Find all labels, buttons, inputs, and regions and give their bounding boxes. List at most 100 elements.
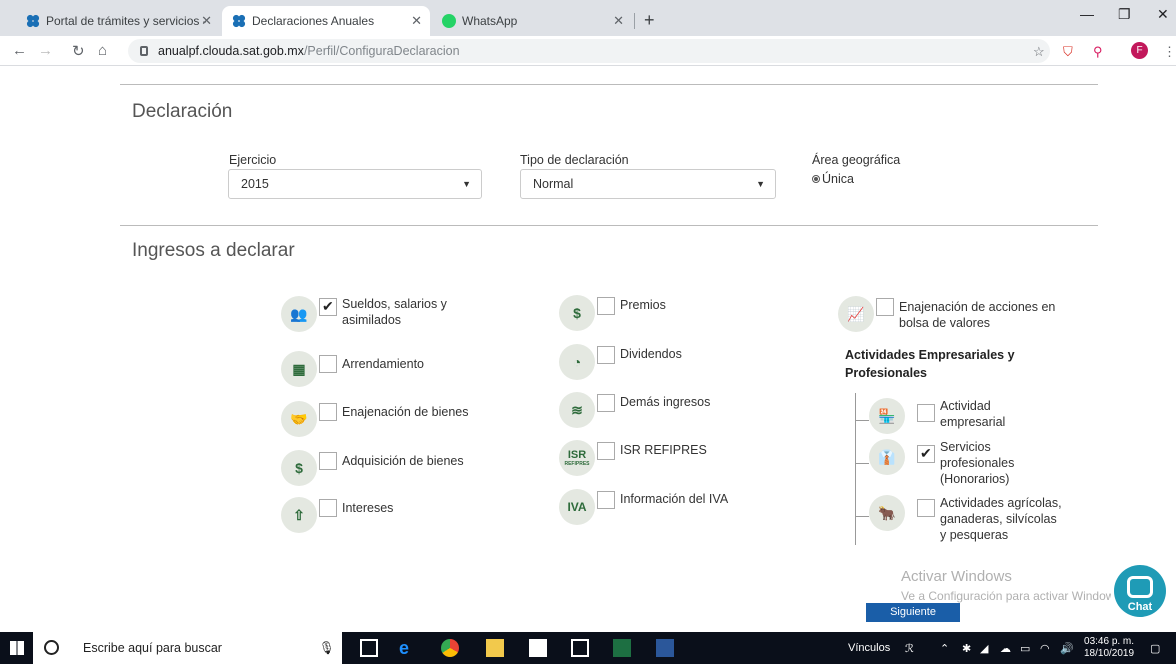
option-arrendamiento[interactable]: ▦ Arrendamiento bbox=[281, 351, 424, 387]
option-iva[interactable]: IVA Información del IVA bbox=[559, 489, 728, 525]
notifications-icon[interactable]: ▢ bbox=[1150, 642, 1160, 655]
dropdown-arrow-icon: ▼ bbox=[462, 179, 471, 189]
option-sueldos[interactable]: 👥 Sueldos, salarios y asimilados bbox=[281, 296, 462, 332]
tree-line bbox=[855, 516, 869, 517]
close-icon[interactable]: ✕ bbox=[201, 13, 212, 29]
dropdown-arrow-icon: ▼ bbox=[756, 179, 765, 189]
option-actividad-empresarial[interactable]: 🏪 Actividad empresarial bbox=[869, 398, 1030, 434]
tab-whatsapp[interactable]: WhatsApp ✕ bbox=[432, 6, 632, 36]
checkbox-arrendamiento[interactable] bbox=[319, 355, 337, 373]
mail-icon[interactable] bbox=[571, 639, 589, 657]
tree-line bbox=[855, 393, 856, 545]
activate-windows-title: Activar Windows bbox=[901, 568, 1012, 585]
checkbox-enajenacion-bienes[interactable] bbox=[319, 403, 337, 421]
option-actividades-agricolas[interactable]: 🐂 Actividades agrícolas, ganaderas, silv… bbox=[869, 495, 1062, 543]
option-label: Demás ingresos bbox=[620, 395, 711, 409]
checkbox-dividendos[interactable] bbox=[597, 346, 615, 364]
star-icon[interactable]: ☆ bbox=[1033, 44, 1045, 60]
checkbox-isr-refipres[interactable] bbox=[597, 442, 615, 460]
chrome-icon[interactable] bbox=[441, 639, 459, 657]
microphone-icon[interactable]: 🎙 bbox=[319, 632, 335, 664]
option-label: Servicios profesionales (Honorarios) bbox=[940, 440, 1015, 486]
restore-icon[interactable]: ❐ bbox=[1118, 6, 1131, 23]
tab-title: Portal de trámites y servicios - SA bbox=[46, 14, 206, 28]
battery-icon[interactable]: ▭ bbox=[1020, 642, 1030, 655]
option-servicios-profesionales[interactable]: 👔 Servicios profesionales (Honorarios) bbox=[869, 439, 1050, 487]
option-enajenacion-bienes[interactable]: 🤝 Enajenación de bienes bbox=[281, 401, 469, 437]
edge-icon[interactable]: e bbox=[399, 639, 417, 657]
network-icon[interactable]: ◢ bbox=[980, 642, 988, 655]
ejercicio-select[interactable]: 2015 ▼ bbox=[228, 169, 482, 199]
chat-button[interactable]: Chat bbox=[1114, 565, 1166, 617]
close-window-icon[interactable]: ✕ bbox=[1157, 6, 1169, 23]
divider bbox=[120, 84, 1098, 85]
stock-chart-icon: 📈 bbox=[838, 296, 874, 332]
option-adquisicion-bienes[interactable]: $ Adquisición de bienes bbox=[281, 450, 464, 486]
option-dividendos[interactable]: ◔ Dividendos bbox=[559, 344, 682, 380]
pie-dollar-icon: ◔ bbox=[559, 344, 595, 380]
wifi-icon[interactable]: ◠ bbox=[1040, 642, 1050, 655]
iva-icon: IVA bbox=[559, 489, 595, 525]
close-icon[interactable]: ✕ bbox=[411, 13, 422, 29]
taskbar-search-input[interactable]: Escribe aquí para buscar 🎙 bbox=[33, 632, 342, 664]
option-acciones-bolsa[interactable]: 📈 Enajenación de acciones en bolsa de va… bbox=[838, 296, 1059, 332]
option-isr-refipres[interactable]: ISR REFIPRES ISR REFIPRES bbox=[559, 440, 707, 476]
tray-chevron-icon[interactable]: ⌃ bbox=[940, 642, 949, 655]
browser-tab-bar: Portal de trámites y servicios - SA ✕ De… bbox=[0, 0, 1176, 36]
profile-avatar[interactable]: F bbox=[1131, 42, 1148, 59]
option-demas-ingresos[interactable]: ≋ Demás ingresos bbox=[559, 392, 710, 428]
url-path: /Perfil/ConfiguraDeclaracion bbox=[303, 44, 460, 58]
new-tab-icon[interactable]: + bbox=[644, 10, 655, 31]
menu-icon[interactable]: ⋮ bbox=[1163, 44, 1176, 60]
tab-portal[interactable]: Portal de trámites y servicios - SA ✕ bbox=[16, 6, 220, 36]
checkbox-intereses[interactable] bbox=[319, 499, 337, 517]
option-intereses[interactable]: ⇧ Intereses bbox=[281, 497, 393, 533]
windows-taskbar: Escribe aquí para buscar 🎙 e Vínculos ℛ … bbox=[0, 632, 1176, 664]
option-label: Actividades agrícolas, ganaderas, silvíc… bbox=[940, 496, 1062, 542]
option-premios[interactable]: $ Premios bbox=[559, 295, 666, 331]
home-icon[interactable]: ⌂ bbox=[98, 42, 107, 59]
bluetooth-icon[interactable]: ✱ bbox=[962, 642, 971, 655]
extension-search-icon[interactable]: ⚲ bbox=[1093, 44, 1103, 60]
siguiente-button[interactable]: Siguiente bbox=[866, 603, 960, 622]
reload-icon[interactable]: ↻ bbox=[72, 42, 85, 60]
people-tray-icon[interactable]: ℛ bbox=[905, 642, 914, 655]
task-view-icon[interactable] bbox=[360, 639, 378, 657]
checkbox-sueldos[interactable] bbox=[319, 298, 337, 316]
clock-time: 03:46 p. m. bbox=[1084, 636, 1135, 647]
tab-declaraciones[interactable]: Declaraciones Anuales ✕ bbox=[222, 6, 430, 36]
store-app-icon[interactable] bbox=[529, 639, 547, 657]
actividades-title: Actividades Empresariales y Profesionale… bbox=[845, 348, 1015, 380]
clock-date: 18/10/2019 bbox=[1084, 648, 1135, 659]
pocket-icon[interactable]: ⛉ bbox=[1063, 44, 1073, 60]
file-explorer-icon[interactable] bbox=[486, 639, 504, 657]
word-icon[interactable] bbox=[656, 639, 674, 657]
checkbox-servicios-profesionales[interactable] bbox=[917, 445, 935, 463]
checkbox-actividades-agricolas[interactable] bbox=[917, 499, 935, 517]
minimize-icon[interactable]: — bbox=[1080, 6, 1094, 22]
radio-selected-icon[interactable] bbox=[812, 175, 820, 183]
windows-start-icon[interactable] bbox=[10, 641, 24, 655]
back-icon[interactable]: ← bbox=[12, 42, 27, 59]
checkbox-actividad-empresarial[interactable] bbox=[917, 404, 935, 422]
checkbox-demas-ingresos[interactable] bbox=[597, 394, 615, 412]
lock-icon bbox=[140, 46, 148, 56]
volume-icon[interactable]: 🔊 bbox=[1060, 642, 1074, 655]
professional-icon: 👔 bbox=[869, 439, 905, 475]
activate-windows-subtitle: Ve a Configuración para activar Windows. bbox=[901, 589, 1111, 603]
checkbox-iva[interactable] bbox=[597, 491, 615, 509]
divider bbox=[120, 225, 1098, 226]
vinculos-toolbar[interactable]: Vínculos bbox=[848, 642, 890, 654]
checkbox-adquisicion-bienes[interactable] bbox=[319, 452, 337, 470]
checkbox-acciones-bolsa[interactable] bbox=[876, 298, 894, 316]
taskbar-clock[interactable]: 03:46 p. m. 18/10/2019 bbox=[1084, 636, 1134, 660]
tipo-select[interactable]: Normal ▼ bbox=[520, 169, 776, 199]
tab-title: Declaraciones Anuales bbox=[252, 14, 375, 28]
address-bar[interactable]: anualpf.clouda.sat.gob.mx/Perfil/Configu… bbox=[128, 39, 1050, 63]
onedrive-icon[interactable]: ☁ bbox=[1000, 642, 1011, 655]
forward-icon[interactable]: → bbox=[38, 42, 53, 59]
checkbox-premios[interactable] bbox=[597, 297, 615, 315]
close-icon[interactable]: ✕ bbox=[613, 13, 624, 29]
excel-icon[interactable] bbox=[613, 639, 631, 657]
area-radio[interactable]: Única bbox=[812, 172, 854, 186]
